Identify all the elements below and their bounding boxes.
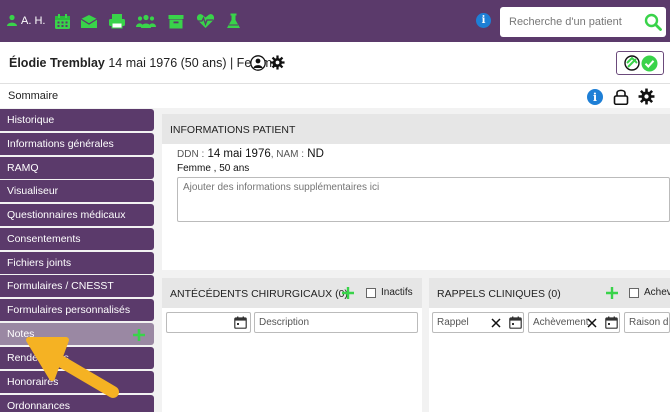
search-icon[interactable] [644,13,662,31]
panel-header: RAPPELS CLINIQUES (0) Achevés [429,278,670,308]
info-icon[interactable]: i [476,13,491,28]
completed-checkbox-label: Achevés [644,287,670,298]
patient-search-input[interactable] [500,7,640,37]
sidebar-item-ramq[interactable]: RAMQ [0,157,154,179]
gear-icon[interactable] [270,55,285,70]
sidebar-item-historique[interactable]: Historique [0,109,154,131]
patient-header: Élodie Tremblay 14 mai 1976 (50 ans) | F… [0,42,670,84]
add-reminder-plus-icon[interactable] [605,286,619,300]
panel-header: ANTÉCÉDENTS CHIRURGICAUX (0) Inactifs [162,278,422,308]
sync-status-button[interactable] [616,51,664,75]
people-icon[interactable] [136,11,156,31]
user-label: A. H. [21,14,46,27]
calendar-icon[interactable] [509,316,522,329]
panel-header: INFORMATIONS PATIENT [162,114,670,144]
summary-title: Sommaire [8,90,59,102]
add-note-plus-icon[interactable] [132,328,146,342]
archive-box-icon[interactable] [166,11,186,31]
sidebar-item-questionnaires-medicaux[interactable]: Questionnaires médicaux [0,204,154,226]
sidebar-item-fichiers-joints[interactable]: Fichiers joints [0,252,154,274]
flask-icon[interactable] [223,11,243,31]
panel-title: INFORMATIONS PATIENT [170,124,296,136]
sidebar-item-consentements[interactable]: Consentements [0,228,154,250]
nam-value: ND [307,148,324,160]
ddn-value: 14 mai 1976 [207,148,271,160]
surgical-history-panel: ANTÉCÉDENTS CHIRURGICAUX (0) Inactifs [162,278,422,412]
clinical-reminders-panel: RAPPELS CLINIQUES (0) Achevés [429,278,670,412]
add-surgical-history-plus-icon[interactable] [341,286,355,300]
sidebar-item-rendez-vous[interactable]: Rendez-vous [0,347,154,369]
completed-checkbox[interactable] [629,288,639,298]
sync-icon [623,55,640,71]
reason-field[interactable] [624,312,670,333]
lock-icon[interactable] [613,88,629,105]
envelope-icon[interactable] [79,11,99,31]
calendar-icon[interactable] [52,11,72,31]
patient-search-box [500,7,666,37]
clear-completion-x-icon[interactable] [587,318,597,328]
description-field[interactable] [254,312,418,333]
sidebar-item-notes[interactable]: Notes [0,323,154,345]
check-circle-icon [641,55,657,71]
sidebar-item-formulaires-cnesst[interactable]: Formulaires / CNESST [0,275,154,297]
person-circle-icon[interactable] [250,55,266,71]
inactive-checkbox[interactable] [366,288,376,298]
user-group-icon [7,14,17,26]
patient-info-panel: INFORMATIONS PATIENT DDN : 14 mai 1976, … [162,114,670,270]
patient-name: Élodie Tremblay [9,56,105,70]
birthdate-nam-line: DDN : 14 mai 1976, NAM : ND [177,148,324,160]
sidebar-item-formulaires-personnalises[interactable]: Formulaires personnalisés [0,299,154,321]
panel-title: RAPPELS CLINIQUES (0) [437,288,561,300]
sidebar-item-ordonnances[interactable]: Ordonnances [0,395,154,412]
clear-reminder-x-icon[interactable] [491,318,501,328]
sidebar-item-honoraires[interactable]: Honoraires [0,371,154,393]
top-navigation-bar: A. H. i [0,0,670,42]
summary-info-icon[interactable]: i [587,89,603,105]
sidebar-item-visualiseur[interactable]: Visualiseur [0,180,154,202]
patient-identity: Élodie Tremblay 14 mai 1976 (50 ans) | F… [9,56,279,70]
panel-title: ANTÉCÉDENTS CHIRURGICAUX (0) [170,288,348,300]
calendar-icon[interactable] [605,316,618,329]
summary-gear-icon[interactable] [638,88,655,105]
summary-bar: Sommaire [0,84,670,108]
additional-info-textarea[interactable] [177,177,670,222]
user-menu[interactable]: A. H. [5,14,45,27]
heartbeat-icon[interactable] [195,11,215,31]
inactive-checkbox-label: Inactifs [381,287,413,298]
sidebar-item-label: Notes [7,328,35,340]
sidebar: Historique Informations générales RAMQ V… [0,108,157,412]
nam-label: , NAM : [270,149,305,160]
ddn-label: DDN : [177,149,205,160]
sex-age-line: Femme , 50 ans [177,163,250,174]
calendar-icon[interactable] [234,316,247,329]
printer-icon[interactable] [107,11,127,31]
sidebar-item-informations-generales[interactable]: Informations générales [0,133,154,155]
